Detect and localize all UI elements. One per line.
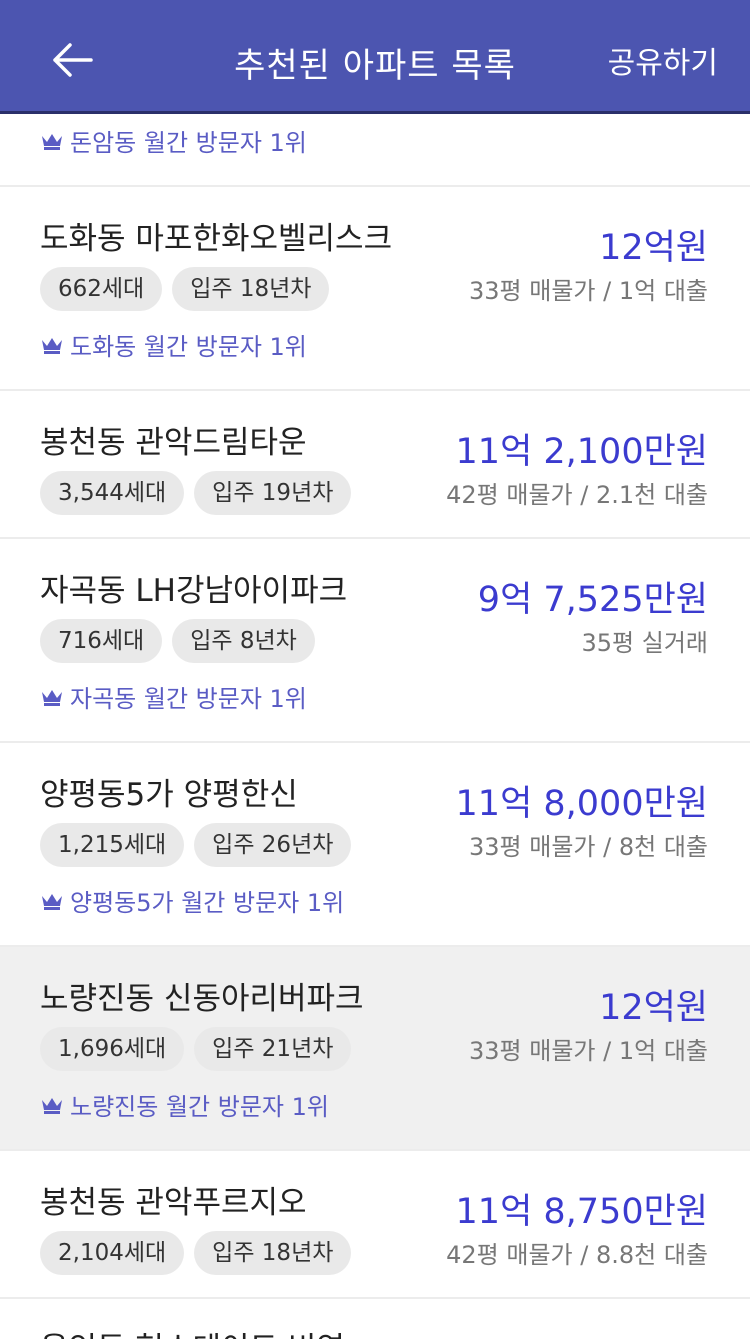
price-detail: 42평 매물가 / 2.1천 대출 — [446, 481, 708, 509]
share-button[interactable]: 공유하기 — [608, 38, 718, 82]
apartment-name: 용인동 현스테이트 비연 — [40, 1323, 345, 1339]
list-item[interactable]: 용인동 현스테이트 비연 — [0, 1299, 750, 1339]
visitor-rank: 양평동5가 월간 방문자 1위 — [40, 883, 344, 918]
visitor-rank: 도화동 월간 방문자 1위 — [40, 327, 307, 362]
apartment-list: 돈암동 월간 방문자 1위 도화동 마포한화오벨리스크 662세대 입주 18년… — [0, 117, 750, 1339]
households-chip: 1,696세대 — [40, 1027, 185, 1071]
list-item[interactable]: 봉천동 관악드림타운 3,544세대 입주 19년차 11억 2,100만원 4… — [0, 391, 750, 539]
price: 12억원 — [599, 228, 708, 268]
apartment-name: 자곡동 LH강남아이파크 — [40, 573, 348, 609]
price-detail: 33평 매물가 / 8천 대출 — [469, 833, 708, 861]
apartment-name: 노량진동 신동아리버파크 — [40, 981, 364, 1017]
households-chip: 662세대 — [40, 267, 163, 311]
list-item[interactable]: 봉천동 관악푸르지오 2,104세대 입주 18년차 11억 8,750만원 4… — [0, 1151, 750, 1299]
visitor-rank: 돈암동 월간 방문자 1위 — [40, 123, 307, 158]
price-detail: 42평 매물가 / 8.8천 대출 — [446, 1241, 708, 1269]
price: 9억 7,525만원 — [477, 580, 708, 620]
app-bar: 추천된 아파트 목록 공유하기 — [0, 0, 750, 114]
apartment-name: 도화동 마포한화오벨리스크 — [40, 221, 393, 257]
list-item[interactable]: 자곡동 LH강남아이파크 716세대 입주 8년차 9억 7,525만원 35평… — [0, 539, 750, 743]
crown-icon — [42, 689, 62, 706]
move-in-chip: 입주 18년차 — [172, 267, 330, 311]
price: 11억 8,750만원 — [455, 1192, 708, 1232]
crown-icon — [42, 337, 62, 354]
visitor-rank-label: 도화동 월간 방문자 1위 — [70, 333, 307, 361]
households-chip: 3,544세대 — [40, 471, 185, 515]
visitor-rank-label: 돈암동 월간 방문자 1위 — [70, 129, 307, 157]
price: 11억 2,100만원 — [455, 432, 708, 472]
visitor-rank-label: 노량진동 월간 방문자 1위 — [70, 1093, 329, 1121]
move-in-chip: 입주 19년차 — [194, 471, 352, 515]
households-chip: 1,215세대 — [40, 823, 185, 867]
households-chip: 2,104세대 — [40, 1231, 185, 1275]
list-item[interactable]: 도화동 마포한화오벨리스크 662세대 입주 18년차 12억원 33평 매물가… — [0, 187, 750, 391]
price: 11억 8,000만원 — [455, 784, 708, 824]
move-in-chip: 입주 18년차 — [194, 1231, 352, 1275]
list-item-selected[interactable]: 노량진동 신동아리버파크 1,696세대 입주 21년차 12억원 33평 매물… — [0, 947, 750, 1151]
move-in-chip: 입주 8년차 — [172, 619, 315, 663]
visitor-rank: 자곡동 월간 방문자 1위 — [40, 679, 307, 714]
price-detail: 35평 실거래 — [581, 629, 709, 657]
crown-icon — [42, 133, 62, 150]
price-detail: 33평 매물가 / 1억 대출 — [469, 277, 708, 305]
move-in-chip: 입주 21년차 — [194, 1027, 352, 1071]
apartment-name: 봉천동 관악드림타운 — [40, 425, 307, 461]
price: 12억원 — [599, 988, 708, 1028]
price-detail: 33평 매물가 / 1억 대출 — [469, 1037, 708, 1065]
visitor-rank: 노량진동 월간 방문자 1위 — [40, 1087, 329, 1122]
list-item[interactable]: 양평동5가 양평한신 1,215세대 입주 26년차 11억 8,000만원 3… — [0, 743, 750, 947]
visitor-rank-label: 양평동5가 월간 방문자 1위 — [70, 889, 345, 917]
crown-icon — [42, 1097, 62, 1114]
visitor-rank-label: 자곡동 월간 방문자 1위 — [70, 685, 307, 713]
households-chip: 716세대 — [40, 619, 163, 663]
apartment-name: 봉천동 관악푸르지오 — [40, 1185, 307, 1221]
move-in-chip: 입주 26년차 — [194, 823, 352, 867]
apartment-name: 양평동5가 양평한신 — [40, 777, 298, 813]
crown-icon — [42, 893, 62, 910]
list-item[interactable]: 돈암동 월간 방문자 1위 — [0, 117, 750, 187]
